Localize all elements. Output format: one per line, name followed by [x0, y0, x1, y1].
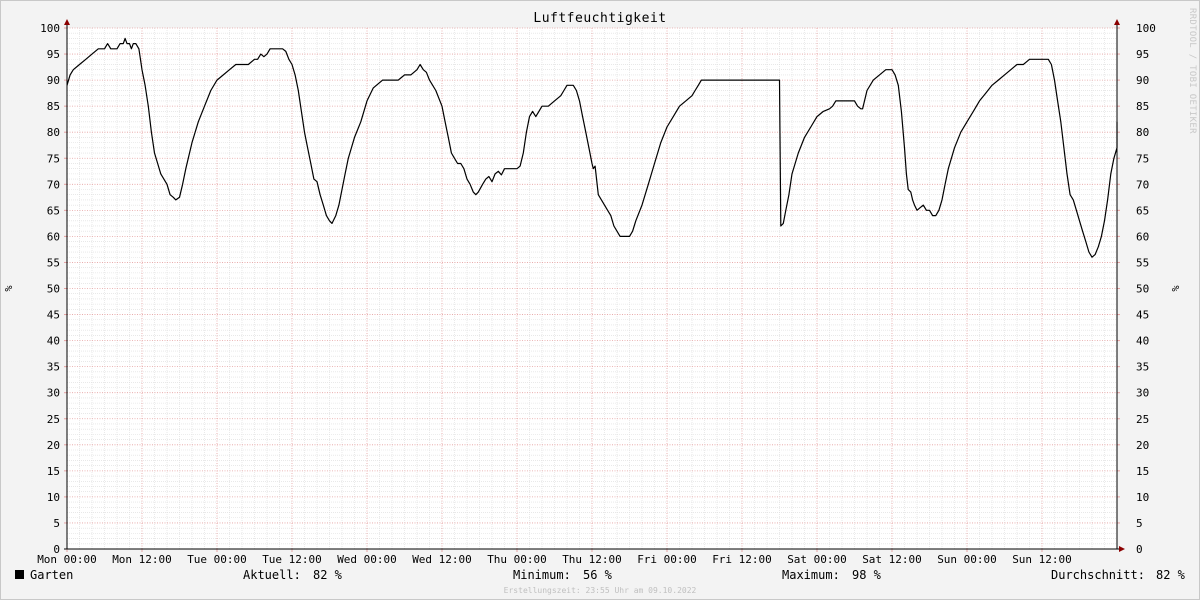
y-tick-label-right: 15 [1136, 465, 1149, 478]
y-tick-label-left: 80 [47, 126, 60, 139]
y-tick-label-right: 5 [1136, 517, 1143, 530]
chart-canvas: 0 05 510 1015 1520 2025 2530 3035 3540 4045 4550 50… [4, 19, 1182, 566]
y-tick-label-right: 25 [1136, 413, 1149, 426]
x-tick-label: Sat 00:00 [787, 553, 847, 566]
legend-min-label: Minimum: [513, 568, 571, 582]
y-tick-label-left: 45 [47, 309, 60, 322]
y-tick-label-right: 55 [1136, 256, 1149, 269]
x-tick-label: Sun 00:00 [937, 553, 997, 566]
legend-current-label: Aktuell: [243, 568, 301, 582]
y-tick-label-left: 10 [47, 491, 60, 504]
y-axis-arrow-left [64, 19, 70, 25]
x-tick-label: Wed 12:00 [412, 553, 472, 566]
x-tick-label: Sun 12:00 [1012, 553, 1072, 566]
y-tick-label-right: 0 [1136, 543, 1143, 556]
y-tick-label-right: 100 [1136, 22, 1156, 35]
y-tick-label-left: 55 [47, 256, 60, 269]
y-tick-label-right: 30 [1136, 387, 1149, 400]
y-tick-label-left: 60 [47, 230, 60, 243]
y-tick-label-right: 90 [1136, 74, 1149, 87]
x-tick-label: Fri 12:00 [712, 553, 772, 566]
y-tick-label-right: 60 [1136, 230, 1149, 243]
y-tick-label-right: 85 [1136, 100, 1149, 113]
x-tick-label: Mon 12:00 [112, 553, 172, 566]
y-tick-label-left: 70 [47, 178, 60, 191]
y-tick-label-right: 95 [1136, 48, 1149, 61]
legend-current-value: 82 % [313, 568, 342, 582]
x-tick-label: Sat 12:00 [862, 553, 922, 566]
legend-series-name: Garten [30, 568, 74, 582]
y-tick-label-right: 75 [1136, 152, 1149, 165]
y-tick-label-right: 65 [1136, 204, 1149, 217]
x-axis-arrow [1119, 546, 1125, 552]
y-tick-label-right: 20 [1136, 439, 1149, 452]
x-tick-label: Tue 12:00 [262, 553, 322, 566]
x-tick-label: Mon 00:00 [37, 553, 97, 566]
y-tick-label-left: 95 [47, 48, 60, 61]
y-tick-label-right: 40 [1136, 335, 1149, 348]
footer-timestamp: Erstellungszeit: 23:55 Uhr am 09.10.2022 [503, 586, 697, 595]
y-tick-label-right: 50 [1136, 283, 1149, 296]
y-tick-label-right: 10 [1136, 491, 1149, 504]
y-tick-label-left: 25 [47, 413, 60, 426]
x-tick-label: Thu 00:00 [487, 553, 547, 566]
y-tick-label-left: 50 [47, 283, 60, 296]
y-tick-label-right: 70 [1136, 178, 1149, 191]
y-tick-label-left: 40 [47, 335, 60, 348]
y-axis-label-left: % [4, 285, 15, 291]
x-tick-label: Thu 12:00 [562, 553, 622, 566]
y-tick-label-left: 85 [47, 100, 60, 113]
y-tick-label-right: 35 [1136, 361, 1149, 374]
y-tick-label-left: 15 [47, 465, 60, 478]
y-tick-label-left: 75 [47, 152, 60, 165]
y-tick-label-left: 100 [40, 22, 60, 35]
y-tick-label-left: 65 [47, 204, 60, 217]
legend-swatch [15, 570, 24, 579]
x-tick-label: Fri 00:00 [637, 553, 697, 566]
y-tick-label-left: 30 [47, 387, 60, 400]
x-tick-label: Tue 00:00 [187, 553, 247, 566]
y-tick-label-left: 5 [53, 517, 60, 530]
legend-min-value: 56 % [583, 568, 612, 582]
y-tick-label-right: 45 [1136, 309, 1149, 322]
y-axis-label-right: % [1171, 285, 1182, 291]
y-axis-arrow-right [1114, 19, 1120, 25]
legend-max-label: Maximum: [782, 568, 840, 582]
y-tick-label-left: 35 [47, 361, 60, 374]
y-tick-label-left: 20 [47, 439, 60, 452]
legend-max-value: 98 % [852, 568, 881, 582]
y-tick-label-left: 90 [47, 74, 60, 87]
legend-avg-value: 82 % [1156, 568, 1185, 582]
legend-avg-label: Durchschnitt: [1051, 568, 1145, 582]
x-tick-label: Wed 00:00 [337, 553, 397, 566]
y-tick-label-right: 80 [1136, 126, 1149, 139]
